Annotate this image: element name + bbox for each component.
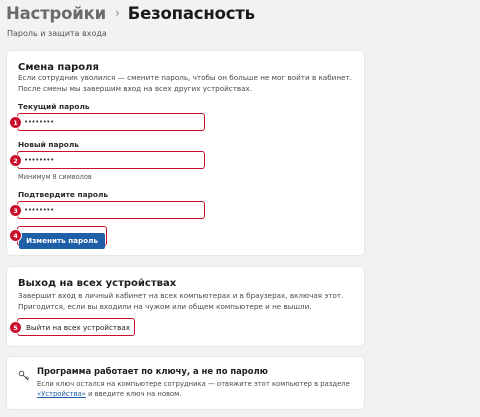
logout-all-devices-card: Выход на всех устройствах Завершит вход … [7, 267, 364, 346]
password-change-card: Смена пароля Если сотрудник уволился — с… [7, 51, 364, 255]
breadcrumb: Настройки › Безопасность [6, 4, 255, 23]
step-marker-2: 2 [10, 155, 21, 166]
license-info-text-after: и введите ключ на новом. [85, 390, 182, 398]
logout-section-description: Завершит вход в личный кабинет на всех к… [18, 291, 344, 311]
change-password-button-wrapper: Изменить пароль [17, 226, 107, 249]
devices-link[interactable]: «Устройства» [37, 390, 86, 398]
key-icon [18, 370, 29, 381]
password-section-title: Смена пароля [18, 62, 99, 73]
license-info-title: Программа работает по ключу, а не по пар… [37, 366, 268, 376]
current-password-input[interactable] [24, 118, 194, 126]
step-marker-5: 5 [10, 322, 21, 333]
new-password-input[interactable] [24, 156, 194, 164]
new-password-label: Новый пароль [18, 140, 79, 149]
new-password-hint: Минимум 8 символов [18, 173, 92, 181]
page-subtitle: Пароль и защита входа [7, 29, 107, 38]
confirm-password-field-wrapper [17, 201, 205, 219]
confirm-password-input[interactable] [24, 206, 194, 214]
breadcrumb-settings[interactable]: Настройки [6, 4, 106, 23]
license-key-info-card: Программа работает по ключу, а не по пар… [7, 357, 364, 409]
password-section-description: Если сотрудник уволился — смените пароль… [18, 73, 352, 93]
step-marker-1: 1 [10, 117, 21, 128]
confirm-password-label: Подтвердите пароль [18, 190, 109, 199]
new-password-field-wrapper [17, 151, 205, 169]
logout-all-devices-button[interactable]: Выйти на всех устройствах [17, 318, 135, 336]
license-info-description: Если ключ остался на компьютере сотрудни… [37, 379, 353, 399]
current-password-label: Текущий пароль [18, 102, 90, 111]
chevron-right-icon: › [114, 6, 120, 20]
license-info-text-before: Если ключ остался на компьютере сотрудни… [37, 380, 350, 388]
logout-section-title: Выход на всех устройствах [18, 278, 177, 289]
page-title: Безопасность [127, 4, 255, 23]
step-marker-3: 3 [10, 205, 21, 216]
step-marker-4: 4 [10, 230, 21, 241]
security-settings-page: Настройки › Безопасность Пароль и защита… [0, 0, 480, 417]
current-password-field-wrapper [17, 113, 205, 131]
change-password-button[interactable]: Изменить пароль [19, 232, 105, 249]
